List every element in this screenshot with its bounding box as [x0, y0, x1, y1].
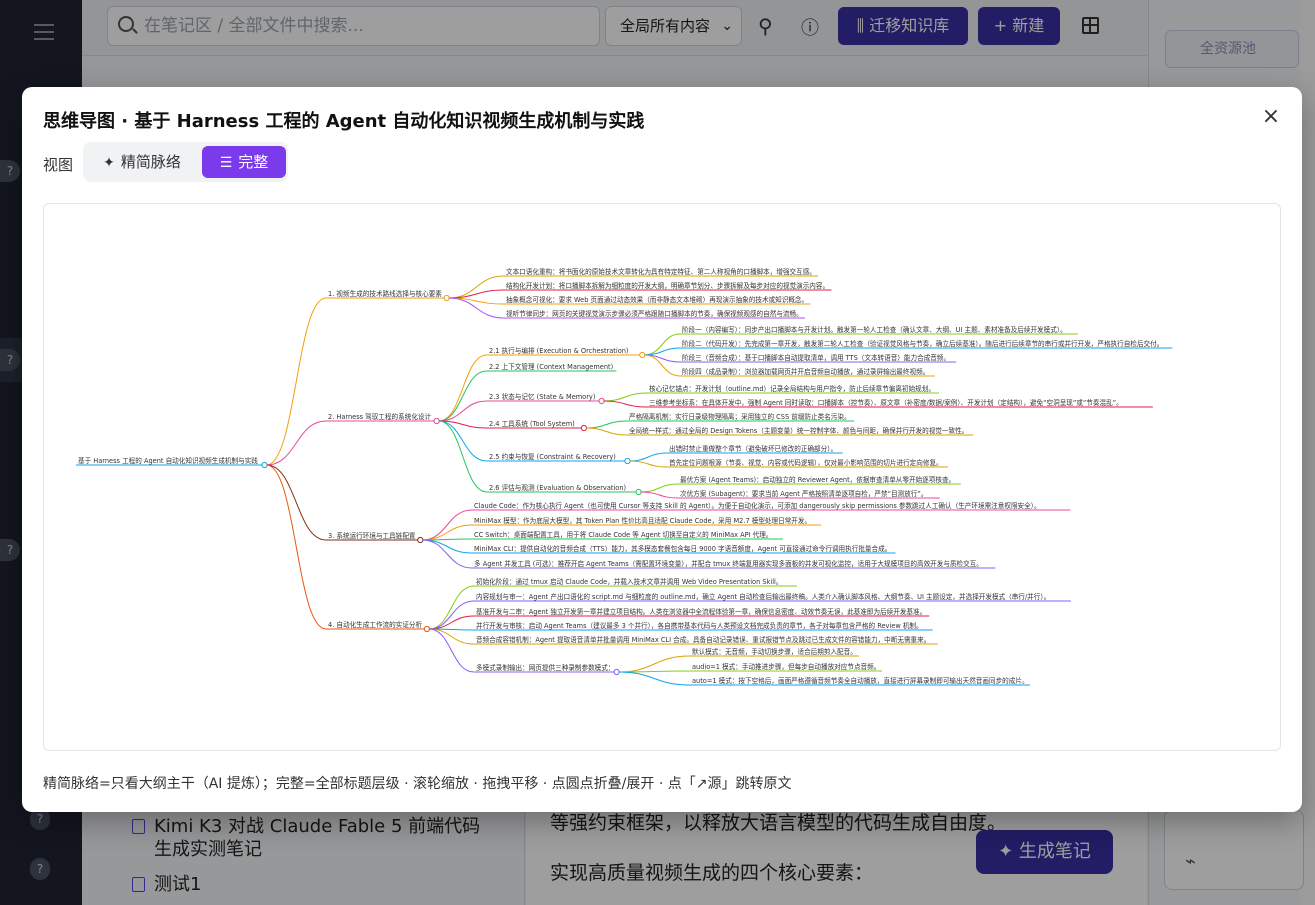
- child-connector: [422, 509, 473, 541]
- mindmap-node: Claude Code：作为核心执行 Agent（也可使用 Cursor 等支持…: [474, 501, 1041, 510]
- branch-dot[interactable]: [423, 625, 430, 633]
- view-option-brief[interactable]: ✦ 精简脉络: [87, 146, 197, 178]
- child-connector: [438, 400, 488, 422]
- mindmap-branch: 3. 系统运行环境与工具链配置: [328, 531, 416, 540]
- view-option-full[interactable]: ☰ 完整: [202, 146, 286, 178]
- grandchild-connector: [618, 671, 691, 686]
- mindmap-leaf: 核心记忆锚点：开发计划（outline.md）记录全局结构与用户指令，防止后续章…: [649, 384, 935, 393]
- view-toggle: ✦ 精简脉络 ☰ 完整: [83, 142, 288, 182]
- branch-connector: [266, 464, 327, 541]
- node-dot[interactable]: [613, 668, 620, 676]
- mindmap-node: 2.3 状态与记忆 (State & Memory): [489, 392, 595, 401]
- mindmap-node: 文本口语化重构：将书面化的原始技术文章转化为具有特定特征、第二人称视角的口播脚本…: [506, 267, 816, 276]
- child-connector: [422, 524, 473, 541]
- mindmap-leaf: 严格隔离机制：实行日录级物理隔离；采用独立的 CSS 前缀防止类名污染。: [629, 412, 851, 421]
- mindmap-node: MiniMax 模型：作为底层大模型，其 Token Plan 性价比高且适配 …: [474, 516, 811, 525]
- grandchild-connector: [585, 420, 628, 429]
- mindmap-leaf: 全局统一样式：通过全局的 Design Tokens（主题变量）统一控制字体、颜…: [629, 426, 968, 435]
- child-connector: [428, 628, 475, 645]
- grandchild-connector: [585, 427, 628, 436]
- branch-connector: [266, 297, 327, 466]
- mindmap-node: 2.1 执行与编排 (Execution & Orchestration): [489, 346, 629, 355]
- grandchild-connector: [640, 483, 679, 493]
- mindmap-leaf: 阶段二（代码开发）：先完成第一章开发，触发第二轮人工检查（验证视觉风格与节奏，确…: [682, 339, 1163, 348]
- mindmap-node: 2.5 约束与恢复 (Constraint & Recovery): [489, 452, 616, 461]
- view-label: 视图: [43, 156, 74, 174]
- mindmap-node: 视听节律同步：网页的关键视觉演示步骤必须严格跟随口播脚本的节奏，确保视频观感的自…: [506, 309, 803, 318]
- mindmap-leaf: 阶段一（内容编写）：同步产出口播脚本与开发计划。触发第一轮人工检查（确认文章、大…: [682, 325, 1067, 334]
- mindmap-node: 初始化阶段：通过 tmux 启动 Claude Code，并载入技术文章并调用 …: [476, 577, 782, 586]
- mindmap-branch: 2. Harness 驾驭工程的系统化设计: [328, 412, 432, 421]
- branch-dot[interactable]: [433, 417, 440, 425]
- view-option-label: 完整: [238, 153, 269, 171]
- mindmap-node: 抽象概念可视化：要求 Web 页面通过动态效果（而非静态文本堆砌）再现演示抽象的…: [506, 295, 808, 304]
- mindmap-node: 2.4 工具系统 (Tool System): [489, 419, 575, 428]
- mindmap-leaf: 三维参考坐标系：在具体开发中，强制 Agent 同时读取：口播脚本（控节奏）、原…: [649, 398, 1123, 407]
- branch-connector: [266, 464, 327, 630]
- mindmap-node: CC Switch：桌面端配置工具，用于将 Claude Code 等 Agen…: [474, 530, 772, 539]
- node-dot[interactable]: [635, 488, 642, 496]
- child-connector: [438, 370, 488, 422]
- child-connector: [438, 420, 488, 493]
- grandchild-connector: [640, 491, 679, 499]
- mindmap-node: 基准开发与二审：Agent 独立开发第一章并建立项目结构。人类在浏览器中全流程体…: [476, 607, 926, 616]
- mindmap-svg[interactable]: 基于 Harness 工程的 Agent 自动化知识视频生成机制与实践 1. 视频…: [44, 204, 1281, 751]
- grandchild-connector: [629, 452, 668, 462]
- mindmap-node: 多模式录制输出：网页提供三种录制参数模式：: [476, 663, 614, 672]
- close-icon[interactable]: ×: [1259, 105, 1283, 129]
- grandchild-connector: [629, 460, 668, 468]
- mindmap-branch: 1. 视频生成的技术路线选择与核心要素: [328, 289, 442, 298]
- view-option-label: 精简脉络: [120, 153, 181, 171]
- mindmap-node: 并行开发与审核：启动 Agent Teams（建议最多 3 个并行），各自携带基…: [476, 621, 923, 630]
- mindmap-node: MiniMax CLI：提供自动化的音频合成（TTS）能力，其多模态套餐包含每日…: [474, 544, 891, 553]
- child-connector: [422, 539, 473, 554]
- mindmap-node: 2.6 评估与观测 (Evaluation & Observation): [489, 483, 626, 492]
- mindmap-branch: 4. 自动化生成工作流的实证分析: [328, 620, 423, 629]
- mindmap-canvas[interactable]: 基于 Harness 工程的 Agent 自动化知识视频生成机制与实践 1. 视频…: [43, 203, 1281, 751]
- mindmap-leaf: 阶段四（成品录制）：浏览器加载网页并开启音频自动播放，通过录屏输出最终视频。: [682, 367, 929, 376]
- mindmap-leaf: 最优方案 (Agent Teams)：启动独立的 Reviewer Agent，…: [680, 475, 955, 484]
- mindmap-leaf: 阶段三（音频合成）：基于口播脚本自动提取清单，调用 TTS（文本转语音）能力合成…: [682, 353, 950, 362]
- mindmap-node: 多 Agent 并发工具 (可选)：推荐开启 Agent Teams（需配置环境…: [474, 559, 983, 568]
- mindmap-modal: 思维导图 · 基于 Harness 工程的 Agent 自动化知识视频生成机制与…: [22, 87, 1302, 812]
- child-connector: [428, 628, 475, 673]
- node-dot[interactable]: [598, 397, 605, 405]
- modal-title: 思维导图 · 基于 Harness 工程的 Agent 自动化知识视频生成机制与…: [43, 111, 645, 132]
- branch-dot[interactable]: [443, 294, 450, 302]
- mindmap-root-dot[interactable]: [261, 461, 268, 469]
- mindmap-node: 音频合成容错机制：Agent 提取语音清单并批量调用 MiniMax CLI 合…: [476, 635, 930, 644]
- branch-dot[interactable]: [417, 536, 424, 544]
- mindmap-leaf: 默认模式：无音频，手动切换步骤，适合后期剪入配音。: [692, 647, 857, 656]
- mindmap-leaf: 首先定位问题根源（节奏、视觉、内容或代码逻辑），仅对最小影响范围的切片进行定向修…: [669, 458, 943, 467]
- child-connector: [428, 600, 475, 630]
- list-tree-icon: ☰: [219, 155, 233, 171]
- modal-footer-hint: 精简脉络=只看大纲主干（AI 提炼）；完整=全部标题层级 · 滚轮缩放 · 拖拽…: [43, 776, 792, 792]
- node-dot[interactable]: [580, 424, 588, 432]
- mindmap-root: 基于 Harness 工程的 Agent 自动化知识视频生成机制与实践: [78, 456, 258, 465]
- node-dot[interactable]: [624, 457, 631, 465]
- mindmap-leaf: 次优方案 (Subagent)：要求当前 Agent 严格按照清单逐项自检，严禁…: [680, 489, 927, 498]
- child-connector: [448, 275, 505, 299]
- node-dot[interactable]: [639, 351, 646, 359]
- mindmap-node: 内容规划与审一：Agent 产出口语化的 script.md 与细粒度的 out…: [476, 592, 1050, 601]
- grandchild-connector: [603, 400, 648, 408]
- mindmap-leaf: auto=1 模式：按下空格后，画面严格遵循音频节奏全自动播放，直接进行屏幕录制…: [692, 676, 1029, 685]
- sparkle-icon: ✦: [103, 155, 115, 171]
- grandchild-connector: [603, 392, 648, 402]
- grandchild-connector: [618, 655, 691, 673]
- child-connector: [422, 539, 473, 569]
- mindmap-leaf: audio=1 模式：手动推进步骤，但每步自动播放对应节点音频。: [692, 662, 880, 671]
- mindmap-node: 结构化开发计划：将口播脚本拆解为细粒度的开发大纲，明确章节划分、步骤拆解及每步对…: [506, 281, 829, 290]
- mindmap-leaf: 出错时禁止重做整个章节（避免破坏已修改的正确部分）。: [669, 444, 837, 453]
- mindmap-node: 2.2 上下文管理 (Context Management): [489, 362, 613, 371]
